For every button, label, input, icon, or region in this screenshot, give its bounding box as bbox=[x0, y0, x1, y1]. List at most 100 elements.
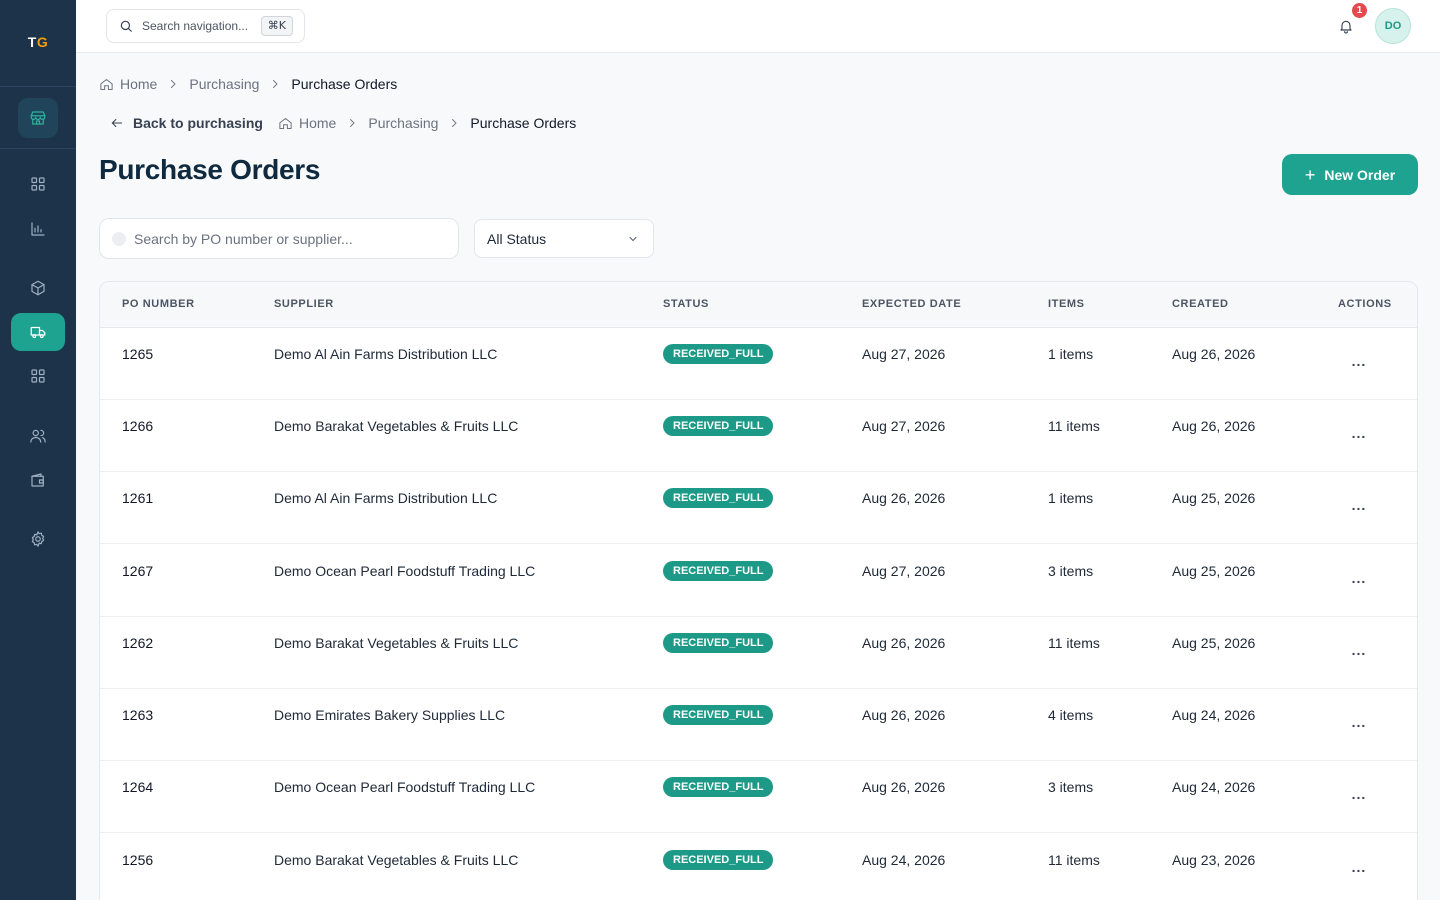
home-icon bbox=[100, 78, 113, 90]
home-icon bbox=[279, 117, 292, 129]
sidebar-divider bbox=[0, 148, 76, 149]
table-row[interactable]: 1264 Demo Ocean Pearl Foodstuff Trading L… bbox=[100, 761, 1417, 833]
user-avatar[interactable]: DO bbox=[1375, 8, 1411, 44]
status-badge: RECEIVED_FULL bbox=[663, 777, 774, 797]
items-cell: 1 items bbox=[1048, 490, 1094, 506]
status-filter-select[interactable]: All Status bbox=[474, 219, 654, 258]
box-icon bbox=[31, 280, 45, 296]
sidebar: TG bbox=[0, 0, 76, 900]
inner-breadcrumb-home[interactable]: Home bbox=[299, 115, 336, 131]
table-row[interactable]: 1262 Demo Barakat Vegetables & Fruits LLC… bbox=[100, 617, 1417, 689]
po-number-cell[interactable]: 1263 bbox=[122, 707, 153, 723]
table-row[interactable]: 1263 Demo Emirates Bakery Supplies LLC REC… bbox=[100, 689, 1417, 761]
expected-date-cell: Aug 26, 2026 bbox=[862, 707, 946, 723]
table-row[interactable]: 1261 Demo Al Ain Farms Distribution LLC RE… bbox=[100, 472, 1417, 544]
sidebar-item-purchasing[interactable] bbox=[11, 313, 65, 351]
status-badge: RECEIVED_FULL bbox=[663, 416, 774, 436]
back-to-purchasing-link[interactable]: Back to purchasing bbox=[110, 115, 263, 131]
sidebar-item-catalog[interactable] bbox=[0, 358, 76, 394]
navigation-search[interactable]: Search navigation... ⌘K bbox=[106, 9, 305, 43]
wallet-icon bbox=[31, 473, 44, 487]
search-icon bbox=[120, 20, 132, 32]
column-header-supplier[interactable]: SUPPLIER bbox=[274, 298, 334, 310]
column-header-expected-date[interactable]: EXPECTED DATE bbox=[862, 298, 961, 310]
created-date-cell: Aug 25, 2026 bbox=[1172, 635, 1256, 651]
expected-date-cell: Aug 27, 2026 bbox=[862, 563, 946, 579]
sidebar-item-inventory[interactable] bbox=[0, 270, 76, 306]
supplier-cell: Demo Emirates Bakery Supplies LLC bbox=[274, 707, 506, 723]
table-row[interactable]: 1256 Demo Barakat Vegetables & Fruits LLC… bbox=[100, 834, 1417, 900]
new-order-label: New Order bbox=[1324, 166, 1396, 183]
po-number-cell[interactable]: 1261 bbox=[122, 490, 153, 506]
expected-date-cell: Aug 26, 2026 bbox=[862, 635, 946, 651]
store-switcher-button[interactable] bbox=[18, 98, 58, 138]
sidebar-item-reports[interactable] bbox=[0, 211, 76, 247]
supplier-cell: Demo Barakat Vegetables & Fruits LLC bbox=[274, 418, 519, 434]
status-filter-value: All Status bbox=[487, 230, 547, 247]
page-title: Purchase Orders bbox=[99, 154, 321, 185]
dashboard-icon bbox=[31, 177, 45, 191]
column-header-items[interactable]: ITEMS bbox=[1048, 298, 1085, 310]
new-order-button[interactable]: + New Order bbox=[1282, 154, 1418, 195]
row-actions-button[interactable]: ... bbox=[1348, 856, 1370, 878]
sidebar-item-finance[interactable] bbox=[0, 462, 76, 498]
status-badge: RECEIVED_FULL bbox=[663, 344, 774, 364]
bell-icon bbox=[1340, 20, 1352, 34]
po-number-cell[interactable]: 1267 bbox=[122, 563, 153, 579]
status-badge: RECEIVED_FULL bbox=[663, 850, 774, 870]
po-number-cell[interactable]: 1256 bbox=[122, 852, 153, 868]
created-date-cell: Aug 26, 2026 bbox=[1172, 418, 1256, 434]
inner-breadcrumb-purchasing[interactable]: Purchasing bbox=[368, 115, 438, 131]
sidebar-item-users[interactable] bbox=[0, 418, 76, 454]
row-actions-button[interactable]: ... bbox=[1348, 783, 1370, 805]
items-cell: 3 items bbox=[1048, 779, 1094, 795]
table-header: PO NUMBER SUPPLIER STATUS EXPECTED DATE … bbox=[100, 282, 1417, 328]
app-logo[interactable]: TG bbox=[0, 34, 76, 50]
notification-badge: 1 bbox=[1352, 3, 1367, 18]
column-header-created[interactable]: CREATED bbox=[1172, 298, 1229, 310]
row-actions-button[interactable]: ... bbox=[1348, 494, 1370, 516]
chevron-right-icon bbox=[171, 80, 176, 88]
chevron-right-icon bbox=[273, 80, 279, 88]
po-number-cell[interactable]: 1266 bbox=[122, 418, 153, 434]
column-header-actions: ACTIONS bbox=[1338, 298, 1392, 310]
inner-breadcrumb-current: Purchase Orders bbox=[470, 115, 577, 131]
row-actions-button[interactable]: ... bbox=[1348, 711, 1370, 733]
supplier-cell: Demo Al Ain Farms Distribution LLC bbox=[274, 490, 498, 506]
column-header-po-number[interactable]: PO NUMBER bbox=[122, 298, 195, 310]
navigation-search-placeholder: Search navigation... bbox=[142, 19, 249, 33]
gear-icon bbox=[31, 531, 45, 547]
status-badge: RECEIVED_FULL bbox=[663, 705, 774, 725]
breadcrumb-home[interactable]: Home bbox=[120, 76, 157, 92]
breadcrumb-current: Purchase Orders bbox=[291, 76, 398, 92]
expected-date-cell: Aug 27, 2026 bbox=[862, 418, 946, 434]
table-row[interactable]: 1266 Demo Barakat Vegetables & Fruits LLC… bbox=[100, 400, 1417, 472]
back-link-label: Back to purchasing bbox=[133, 115, 263, 131]
row-actions-button[interactable]: ... bbox=[1348, 639, 1370, 661]
row-actions-button[interactable]: ... bbox=[1348, 350, 1370, 372]
row-actions-button[interactable]: ... bbox=[1348, 567, 1370, 589]
column-header-status[interactable]: STATUS bbox=[663, 298, 709, 310]
po-number-cell[interactable]: 1265 bbox=[122, 346, 153, 362]
supplier-cell: Demo Barakat Vegetables & Fruits LLC bbox=[274, 852, 519, 868]
po-search-input[interactable]: Search by PO number or supplier... bbox=[99, 218, 459, 259]
table-row[interactable]: 1265 Demo Al Ain Farms Distribution LLC RE… bbox=[100, 328, 1417, 400]
purchase-orders-table: PO NUMBER SUPPLIER STATUS EXPECTED DATE … bbox=[99, 281, 1418, 900]
table-row[interactable]: 1267 Demo Ocean Pearl Foodstuff Trading L… bbox=[100, 545, 1417, 617]
created-date-cell: Aug 25, 2026 bbox=[1172, 563, 1256, 579]
items-cell: 11 items bbox=[1048, 852, 1100, 868]
search-icon bbox=[112, 231, 126, 246]
sidebar-item-settings[interactable] bbox=[0, 521, 76, 557]
row-actions-button[interactable]: ... bbox=[1348, 422, 1370, 444]
sidebar-item-dashboard[interactable] bbox=[0, 166, 76, 202]
breadcrumb-purchasing[interactable]: Purchasing bbox=[189, 76, 259, 92]
notifications-button[interactable] bbox=[1334, 14, 1358, 38]
created-date-cell: Aug 23, 2026 bbox=[1172, 852, 1256, 868]
items-cell: 1 items bbox=[1048, 346, 1094, 362]
chart-icon bbox=[31, 222, 45, 236]
po-number-cell[interactable]: 1264 bbox=[122, 779, 153, 795]
created-date-cell: Aug 26, 2026 bbox=[1172, 346, 1256, 362]
chevron-right-icon bbox=[452, 119, 458, 127]
po-number-cell[interactable]: 1262 bbox=[122, 635, 153, 651]
plus-icon: + bbox=[1304, 164, 1316, 185]
